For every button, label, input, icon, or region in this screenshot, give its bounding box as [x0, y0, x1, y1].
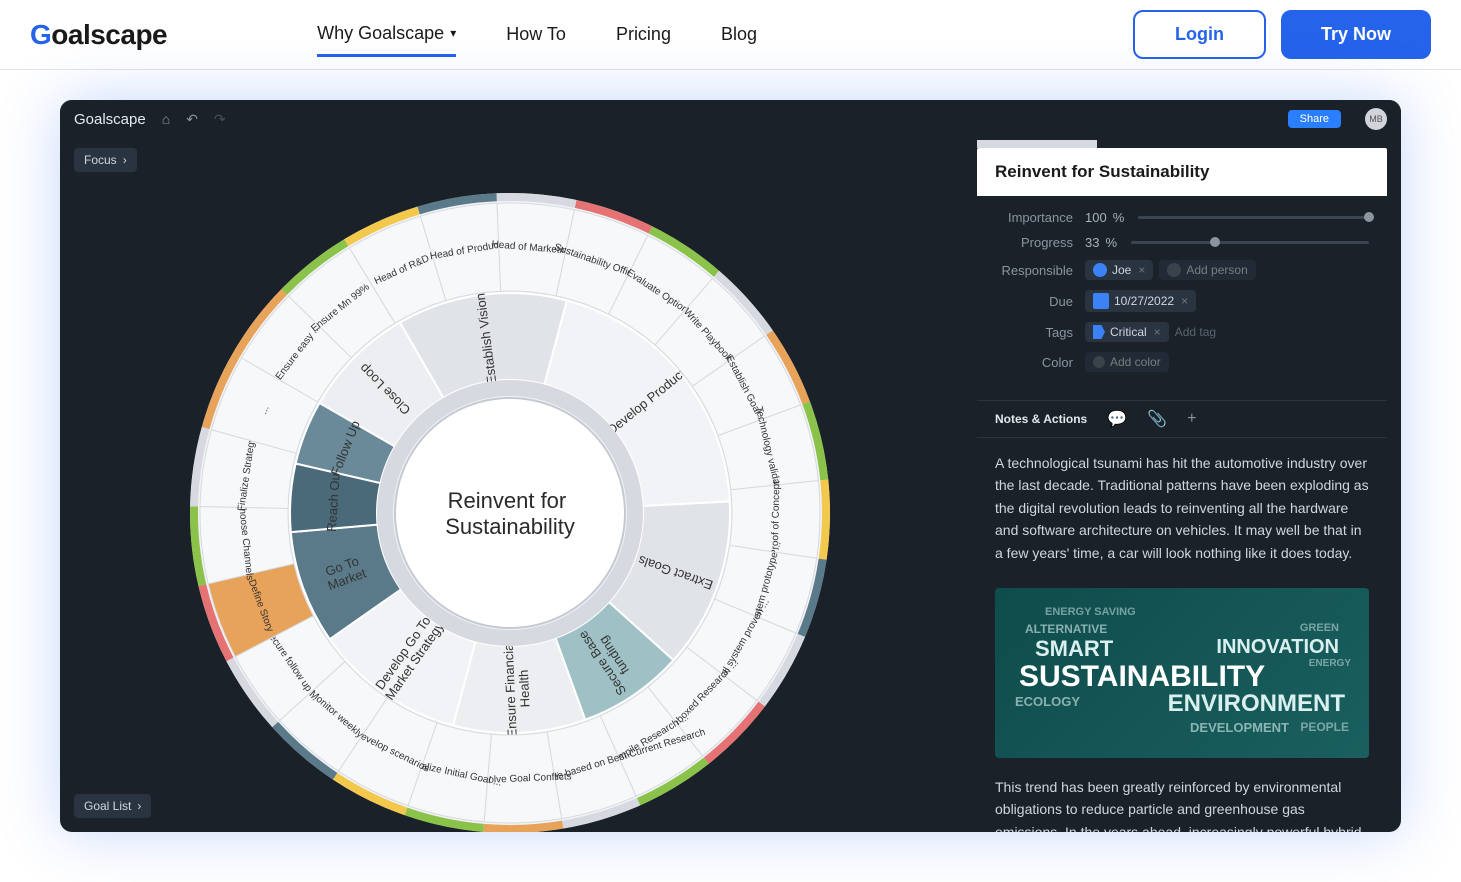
- center-goal[interactable]: Reinvent for Sustainability: [445, 488, 575, 539]
- importance-slider[interactable]: [1138, 216, 1369, 219]
- remove-icon[interactable]: ×: [1181, 294, 1188, 308]
- login-button[interactable]: Login: [1133, 10, 1266, 59]
- progress-slider[interactable]: [1131, 241, 1369, 244]
- nav-blog[interactable]: Blog: [721, 13, 757, 57]
- tags-label: Tags: [995, 325, 1085, 340]
- tag-critical[interactable]: Critical×: [1085, 322, 1169, 342]
- tab-notes-actions[interactable]: Notes & Actions: [995, 412, 1087, 426]
- nav-why-goalscape[interactable]: Why Goalscape ▾: [317, 13, 456, 57]
- home-icon[interactable]: ⌂: [162, 111, 170, 127]
- chevron-down-icon: ▾: [450, 26, 456, 40]
- add-person-button[interactable]: Add person: [1159, 260, 1255, 280]
- color-swatch-icon: [1093, 356, 1105, 368]
- detail-panel: Reinvent for Sustainability Importance 1…: [977, 148, 1387, 832]
- notes-paragraph-2: This trend has been greatly reinforced b…: [977, 768, 1387, 832]
- attachment-icon[interactable]: 📎: [1147, 409, 1167, 429]
- detail-title: Reinvent for Sustainability: [977, 148, 1387, 196]
- avatar[interactable]: MB: [1365, 108, 1387, 130]
- try-now-button[interactable]: Try Now: [1281, 10, 1431, 59]
- chat-icon[interactable]: 💬: [1107, 409, 1127, 429]
- remove-icon[interactable]: ×: [1154, 325, 1161, 339]
- due-label: Due: [995, 294, 1085, 309]
- notes-paragraph-1: A technological tsunami has hit the auto…: [977, 438, 1387, 578]
- person-icon: [1093, 263, 1107, 277]
- nav-actions: Login Try Now: [1133, 10, 1431, 59]
- importance-label: Importance: [995, 210, 1085, 225]
- progress-label: Progress: [995, 235, 1085, 250]
- nav-pricing[interactable]: Pricing: [616, 13, 671, 57]
- undo-icon[interactable]: ↶: [186, 111, 198, 128]
- calendar-icon: [1093, 293, 1109, 309]
- app-screenshot: Goalscape ⌂ ↶ ↷ Share MB Focus › Goal Li…: [60, 100, 1401, 832]
- app-topbar: Goalscape ⌂ ↶ ↷ Share MB: [60, 100, 1401, 138]
- app-logo[interactable]: Goalscape: [74, 111, 146, 128]
- due-date[interactable]: 10/27/2022×: [1085, 290, 1196, 312]
- color-label: Color: [995, 355, 1085, 370]
- nav-how-to[interactable]: How To: [506, 13, 566, 57]
- progress-value: 33: [1085, 235, 1099, 250]
- tag-icon: [1093, 325, 1105, 339]
- person-icon: [1167, 263, 1181, 277]
- sunburst-chart[interactable]: Close LoopEstablish VisionDevelop Produc…: [60, 138, 930, 832]
- site-header: Goalscape Why Goalscape ▾ How To Pricing…: [0, 0, 1461, 70]
- add-tag-button[interactable]: Add tag: [1175, 325, 1216, 339]
- responsible-person[interactable]: Joe×: [1085, 260, 1153, 280]
- site-logo[interactable]: Goalscape: [30, 19, 167, 51]
- add-color-button[interactable]: Add color: [1085, 352, 1169, 372]
- detail-tabs: Notes & Actions 💬 📎 +: [977, 400, 1387, 438]
- nav-links: Why Goalscape ▾ How To Pricing Blog: [317, 13, 757, 57]
- add-icon[interactable]: +: [1187, 410, 1196, 428]
- notes-image-wordcloud: ENERGY SAVING ALTERNATIVE SMART INNOVATI…: [995, 588, 1369, 758]
- importance-value: 100: [1085, 210, 1107, 225]
- share-button[interactable]: Share: [1288, 110, 1341, 128]
- responsible-label: Responsible: [995, 263, 1085, 278]
- redo-icon[interactable]: ↷: [214, 111, 226, 128]
- remove-icon[interactable]: ×: [1138, 263, 1145, 277]
